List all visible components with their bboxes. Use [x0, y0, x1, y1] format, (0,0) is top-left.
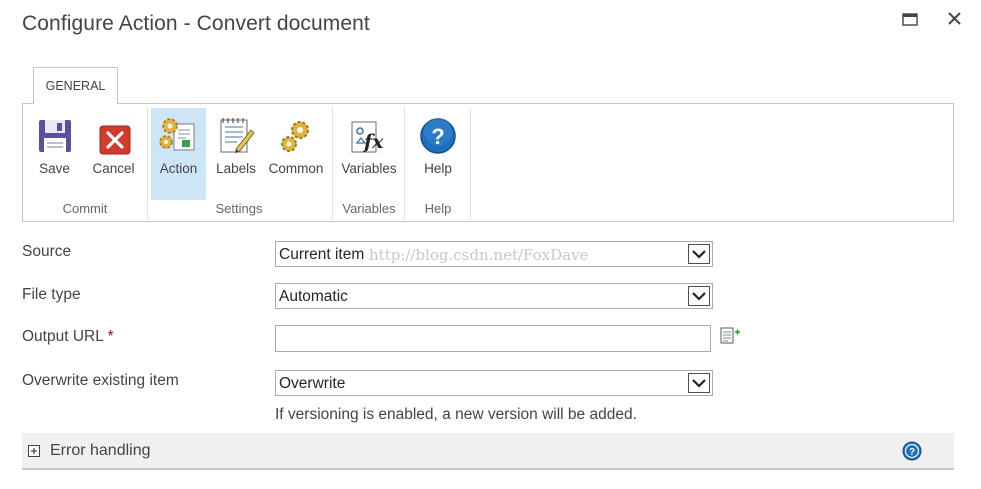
overwrite-label: Overwrite existing item: [22, 372, 179, 389]
save-button-label: Save: [39, 161, 70, 176]
labels-button[interactable]: Labels: [211, 108, 261, 200]
error-handling-section[interactable]: Error handling ?: [22, 433, 954, 470]
floppy-disk-icon: [39, 120, 71, 152]
group-divider: [147, 108, 148, 220]
overwrite-select[interactable]: Overwrite: [275, 370, 713, 396]
common-button[interactable]: Common: [265, 108, 327, 200]
file-type-select[interactable]: Automatic: [275, 283, 713, 309]
cancel-button-label: Cancel: [92, 161, 135, 176]
tab-general[interactable]: GENERAL: [33, 67, 118, 104]
variables-button-label: Variables: [341, 161, 397, 176]
save-button[interactable]: Save: [29, 108, 80, 200]
action-button[interactable]: Action: [151, 108, 206, 200]
gears-icon: [281, 121, 309, 152]
red-x-icon: [99, 125, 131, 155]
question-circle-icon: ?: [420, 118, 456, 154]
source-select-value: Current item: [279, 246, 365, 263]
svg-text:?: ?: [909, 447, 915, 458]
common-button-label: Common: [268, 161, 324, 176]
group-commit-label: Commit: [62, 201, 108, 216]
maximize-button[interactable]: [899, 10, 921, 30]
file-type-select-value: Automatic: [279, 288, 348, 305]
dropdown-arrow[interactable]: [688, 373, 710, 393]
variables-button[interactable]: fx Variables: [336, 108, 402, 200]
dropdown-arrow[interactable]: [688, 286, 710, 306]
maximize-icon: [902, 13, 918, 26]
group-help-label: Help: [424, 201, 452, 216]
overwrite-select-value: Overwrite: [279, 375, 346, 392]
output-url-label-text: Output URL: [22, 328, 104, 345]
notepad-pencil-icon: [220, 118, 255, 153]
output-url-label: Output URL *: [22, 328, 114, 346]
group-divider: [470, 108, 471, 220]
overwrite-hint: If versioning is enabled, a new version …: [275, 406, 637, 423]
chevron-down-icon: [692, 292, 706, 301]
group-settings-label: Settings: [215, 201, 263, 216]
help-button[interactable]: ? Help: [408, 108, 468, 200]
help-button-label: Help: [424, 161, 452, 176]
watermark-text: http://blog.csdn.net/FoxDave: [369, 246, 589, 264]
error-handling-label: Error handling: [50, 442, 151, 459]
file-type-label: File type: [22, 286, 81, 303]
dialog-title: Configure Action - Convert document: [22, 12, 370, 35]
labels-button-label: Labels: [216, 161, 256, 176]
plus-box-icon[interactable]: [28, 445, 40, 457]
insert-reference-button[interactable]: [719, 326, 741, 346]
fx-variables-icon: fx: [351, 121, 384, 153]
source-label: Source: [22, 243, 72, 260]
group-divider: [332, 108, 333, 220]
close-button[interactable]: [944, 10, 966, 30]
group-divider: [404, 108, 405, 220]
svg-text:?: ?: [431, 124, 444, 149]
svg-text:fx: fx: [362, 131, 384, 153]
group-variables-label: Variables: [342, 201, 396, 216]
chevron-down-icon: [692, 379, 706, 388]
close-icon: [948, 12, 961, 25]
chevron-down-icon: [692, 250, 706, 259]
help-circle-icon[interactable]: ?: [902, 441, 922, 461]
required-marker: *: [107, 328, 114, 345]
action-button-label: Action: [159, 161, 198, 176]
dropdown-arrow[interactable]: [688, 244, 710, 264]
insert-reference-icon: [720, 327, 740, 344]
cancel-button[interactable]: Cancel: [86, 108, 141, 200]
output-url-input[interactable]: [275, 325, 711, 352]
ribbon: Save Cancel Commit Action Labels Common …: [22, 103, 954, 222]
gears-document-icon: [159, 118, 195, 151]
